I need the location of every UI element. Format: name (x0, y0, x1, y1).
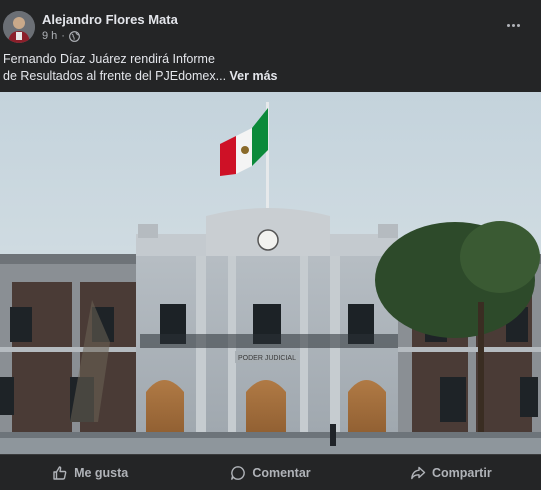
post-body: Fernando Díaz Juárez rendirá Informe de … (3, 52, 227, 83)
building-sign-text: PODER JUDICIAL (238, 355, 296, 362)
meta-separator: · (61, 30, 65, 42)
author-name[interactable]: Alejandro Flores Mata (42, 12, 178, 27)
share-icon (411, 466, 426, 479)
like-label: Me gusta (74, 465, 129, 480)
like-button[interactable]: Me gusta (0, 455, 180, 490)
comment-button[interactable]: Comentar (180, 455, 360, 490)
post-actions: Me gusta Comentar Compartir (0, 454, 541, 490)
see-more-link[interactable]: Ver más (230, 69, 278, 83)
share-button[interactable]: Compartir (361, 455, 541, 490)
post-time[interactable]: 9 h (42, 30, 57, 42)
author-avatar[interactable] (3, 11, 35, 43)
comment-icon (231, 465, 246, 480)
comment-label: Comentar (252, 465, 311, 480)
post-photo[interactable]: PODER JUDICIAL (0, 92, 541, 454)
thumbs-up-icon (53, 465, 67, 480)
post-meta: 9 h · (42, 30, 80, 42)
globe-icon (69, 30, 80, 42)
post-header: Alejandro Flores Mata 9 h · (0, 0, 541, 48)
post-text: Fernando Díaz Juárez rendirá Informe de … (3, 51, 533, 85)
post-card: Alejandro Flores Mata 9 h · Fernando Día… (0, 0, 541, 490)
more-options-icon[interactable] (504, 16, 522, 34)
share-label: Compartir (431, 465, 492, 480)
